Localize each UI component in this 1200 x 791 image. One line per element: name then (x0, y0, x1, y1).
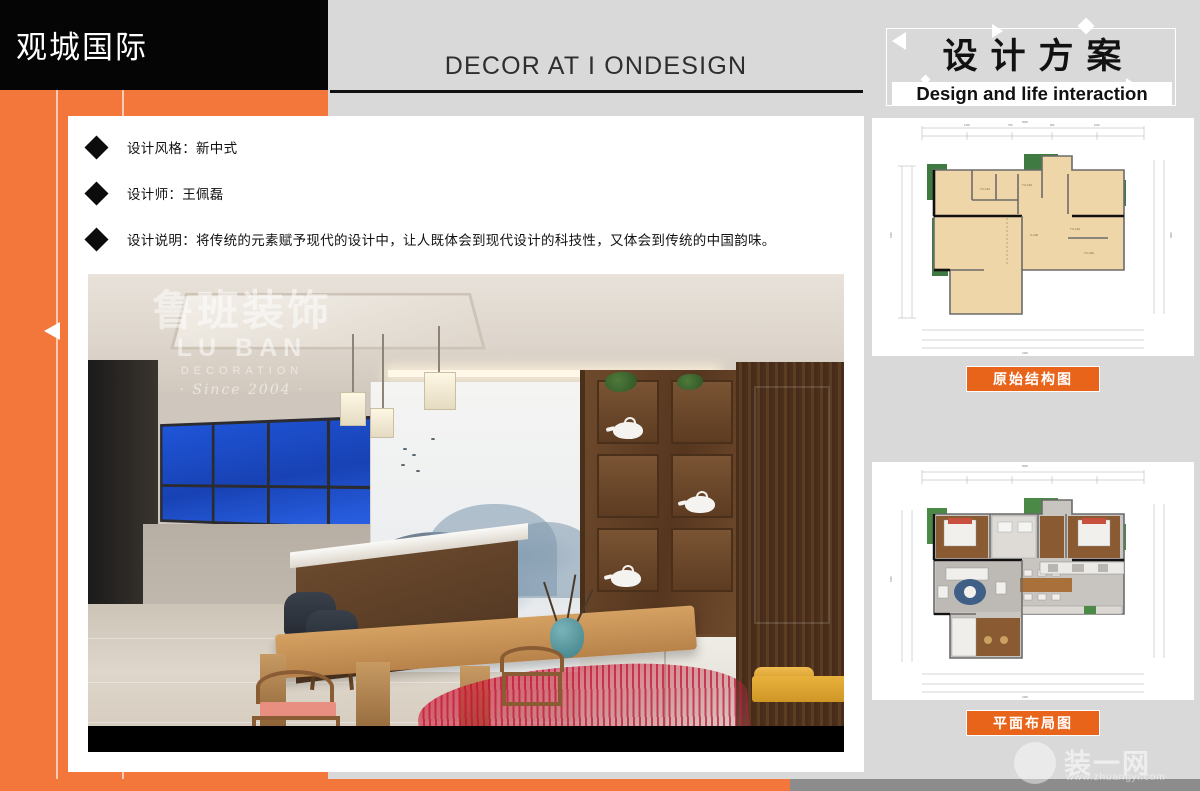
window-mullion (266, 422, 270, 524)
furniture-layout-badge: 平面布局图 (966, 710, 1100, 736)
design-description-text: 设计说明：将传统的元素赋予现代的设计中，让人既体会到现代设计的科技性，又体会到传… (127, 233, 776, 248)
diamond-bullet-icon (84, 180, 109, 206)
bottom-orange-strip (0, 779, 790, 791)
svg-text:5600: 5600 (1022, 120, 1028, 124)
shelf-cell (597, 454, 659, 518)
list-item: 设计说明：将传统的元素赋予现代的设计中，让人既体会到现代设计的科技性，又体会到传… (84, 216, 848, 262)
svg-text:900: 900 (1050, 123, 1055, 127)
interior-render-photo: 鲁班装饰 LU BAN DECORATION · Since 2004 · (88, 274, 844, 752)
center-header-block: DECOR AT I ONDESIGN (328, 0, 864, 90)
rail-triangle-left-icon (44, 322, 60, 340)
lamp-shade (424, 372, 456, 410)
photo-bottom-black-bar (88, 726, 844, 752)
original-structure-badge: 原始结构图 (966, 366, 1100, 392)
svg-text:750: 750 (1008, 123, 1013, 127)
window-transom (162, 484, 388, 490)
brand-header-block: 观城国际 (0, 0, 328, 90)
svg-text:TC-320: TC-320 (1084, 251, 1094, 255)
decor-headline: DECOR AT I ONDESIGN (444, 52, 748, 80)
brand-title: 观城国际 (16, 30, 148, 66)
bird-icon (416, 470, 420, 472)
svg-text:2300: 2300 (1022, 695, 1028, 699)
wooden-display-shelf (580, 370, 742, 638)
svg-text:2300: 2300 (1022, 351, 1028, 355)
design-plan-subtitle: Design and life interaction (892, 82, 1172, 106)
pendant-shade (340, 392, 366, 426)
shelf-cell (671, 380, 733, 444)
window-mullion (211, 424, 215, 522)
furniture-layout-plan: 5600 2300 4250 (872, 462, 1194, 700)
svg-text:4250: 4250 (889, 576, 893, 582)
svg-text:TC-130: TC-130 (1070, 227, 1080, 231)
diamond-bullet-icon (84, 226, 109, 252)
bird-icon (412, 454, 416, 456)
svg-text:5600: 5600 (1022, 464, 1028, 468)
dark-wood-panel-wall (736, 362, 844, 744)
svg-text:C-230: C-230 (1030, 233, 1039, 237)
main-content-card: 设计风格：新中式 设计师：王佩磊 设计说明：将传统的元素赋予现代的设计中，让人既… (68, 116, 864, 772)
yellow-daybed (752, 676, 844, 702)
pendant-cord (352, 334, 354, 392)
list-item: 设计师：王佩磊 (84, 170, 848, 216)
original-structure-plan: 1200 750 900 1100 5600 4250 3900 2300 TC… (872, 118, 1194, 356)
svg-text:TC-130: TC-130 (980, 187, 990, 191)
pendant-cord (382, 334, 384, 408)
design-plan-header-block: 设计方案 Design and life interaction (864, 0, 1200, 116)
presentation-slide: 观城国际 DECOR AT I ONDESIGN 设计方案 Design and… (0, 0, 1200, 791)
site-watermark: 装一网 www.zhuangyi.com (1000, 738, 1196, 786)
teapot-decor (685, 491, 715, 513)
list-item: 设计风格：新中式 (84, 124, 848, 170)
diamond-bullet-icon (84, 134, 109, 160)
svg-text:1200: 1200 (964, 123, 970, 127)
svg-text:3900: 3900 (1169, 232, 1173, 238)
window-mullion (326, 420, 331, 526)
project-info-list: 设计风格：新中式 设计师：王佩磊 设计说明：将传统的元素赋予现代的设计中，让人既… (84, 124, 848, 262)
blue-window-wall (160, 415, 392, 531)
site-url: www.zhuangyi.com (1066, 771, 1166, 783)
designer-name-text: 设计师：王佩磊 (127, 187, 224, 202)
design-plan-title: 设计方案 (942, 37, 1135, 77)
bird-icon (431, 438, 435, 440)
bird-icon (401, 464, 405, 466)
bird-icon (403, 448, 407, 450)
shelf-cell (671, 528, 733, 592)
svg-text:4250: 4250 (889, 232, 893, 238)
svg-text:1100: 1100 (1094, 123, 1100, 127)
header-divider-rule (330, 90, 863, 93)
design-style-text: 设计风格：新中式 (127, 141, 238, 156)
rail-line-1 (56, 90, 58, 791)
svg-text:TC-130: TC-130 (1022, 183, 1032, 187)
chair-base-frame (502, 672, 562, 706)
zhuangyi-logo-icon (1014, 742, 1056, 784)
teapot-decor (611, 565, 641, 587)
pendant-shade (370, 408, 394, 438)
teapot-decor (613, 417, 643, 439)
panel-inset-trim (754, 386, 830, 624)
lamp-pole (438, 326, 440, 372)
structure-plan-drawing: 1200 750 900 1100 5600 4250 3900 2300 TC-… (872, 118, 1194, 356)
layout-plan-drawing: 5600 2300 4250 (872, 462, 1194, 700)
chair-horseshoe-back (256, 670, 334, 704)
chair-horseshoe-back (500, 646, 564, 672)
